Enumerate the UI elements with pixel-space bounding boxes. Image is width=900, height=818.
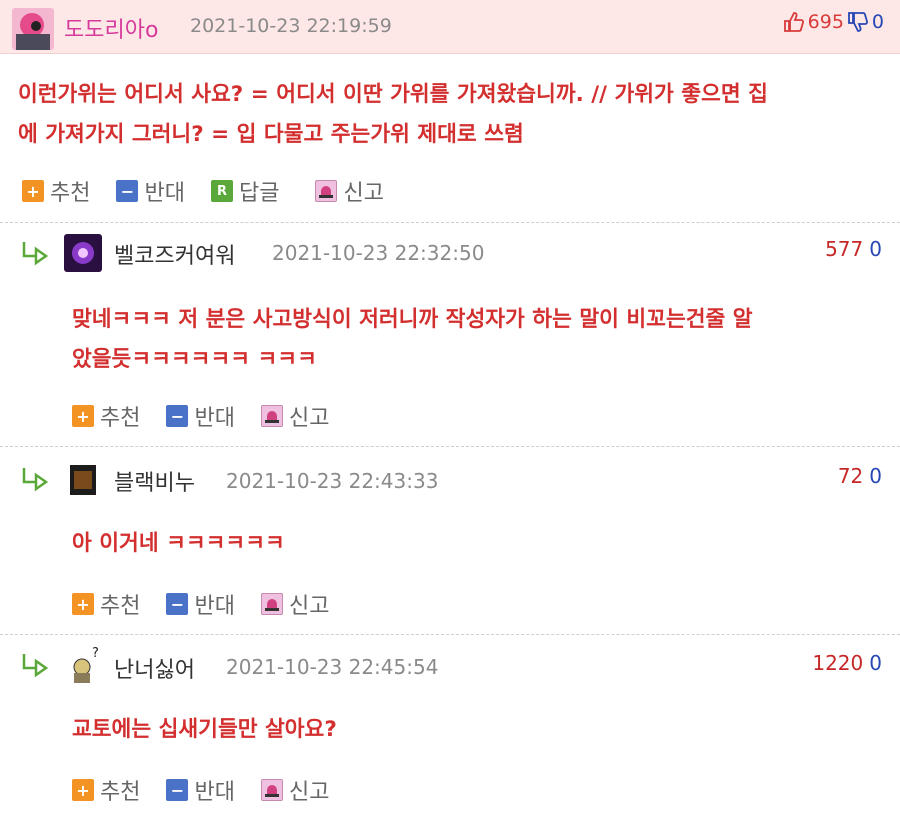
plus-icon: +: [72, 593, 94, 615]
downvote-count: 0: [869, 651, 882, 675]
reply-text-line: 교토에는 십새기들만 살아요?: [72, 717, 337, 742]
reply-timestamp: 2021-10-23 22:32:50: [272, 241, 485, 265]
reply-actions: + 추천 − 반대 신고: [72, 774, 355, 806]
recommend-button[interactable]: + 추천: [72, 774, 140, 806]
minus-icon: −: [166, 593, 189, 615]
svg-text:?: ?: [92, 646, 99, 661]
reply-author[interactable]: 블랙비누: [114, 465, 195, 497]
divider: [0, 446, 900, 447]
comment-actions: + 추천 − 반대 R 답글 신고: [22, 175, 410, 207]
upvote-count: 577: [825, 237, 864, 261]
recommend-label: 추천: [100, 594, 141, 619]
reply-author[interactable]: 난너싫어: [114, 652, 195, 684]
report-icon: [260, 593, 283, 615]
report-label: 신고: [288, 780, 330, 805]
reply-label: 답글: [238, 181, 280, 206]
reply-text-line: 았을듯ㅋㅋㅋㅋㅋㅋ ㅋㅋㅋ: [72, 347, 317, 372]
report-button[interactable]: 신고: [260, 588, 330, 620]
minus-icon: −: [166, 405, 189, 427]
avatar[interactable]: [12, 8, 54, 50]
reply-timestamp: 2021-10-23 22:43:33: [226, 469, 439, 493]
reply-text-line: 아 이거네 ㅋㅋㅋㅋㅋㅋ: [72, 531, 285, 556]
reply-actions: + 추천 − 반대 신고: [72, 400, 355, 432]
comment-text-line: 에 가져가지 그러니? = 입 다물고 주는가위 제대로 쓰렴: [18, 122, 524, 147]
vote-counts: 72 0: [838, 464, 882, 488]
report-label: 신고: [343, 181, 384, 206]
report-icon: [260, 405, 283, 427]
divider: [0, 222, 900, 223]
report-icon: [315, 180, 338, 202]
comment-text-line: 이런가위는 어디서 사요? = 어디서 이딴 가위를 가져왔습니까. // 가위…: [18, 82, 768, 107]
comment-author[interactable]: 도도리아o: [64, 12, 158, 44]
upvote-count: 695: [807, 11, 844, 33]
recommend-label: 추천: [100, 406, 141, 431]
upvote-count: 72: [837, 464, 864, 488]
oppose-label: 반대: [144, 181, 185, 206]
plus-icon: +: [72, 405, 94, 427]
oppose-button[interactable]: − 반대: [166, 400, 235, 432]
minus-icon: −: [116, 180, 139, 202]
recommend-label: 추천: [50, 181, 91, 206]
avatar[interactable]: [64, 461, 102, 499]
downvote-count: 0: [869, 464, 882, 488]
thumbs-down-icon[interactable]: [847, 11, 869, 33]
reply-icon: R: [210, 180, 233, 202]
reply-arrow-icon: [22, 654, 49, 678]
divider: [0, 634, 900, 635]
comment-timestamp: 2021-10-23 22:19:59: [190, 15, 392, 37]
reply-body: 교토에는 십새기들만 살아요?: [72, 710, 888, 750]
main-comment-header: 도도리아o 2021-10-23 22:19:59 695 0: [0, 0, 900, 54]
plus-icon: +: [22, 180, 44, 202]
plus-icon: +: [72, 779, 94, 801]
reply-author[interactable]: 벨코즈커여워: [114, 238, 235, 270]
downvote-count: 0: [871, 11, 884, 33]
reply-arrow-icon: [22, 242, 49, 266]
oppose-label: 반대: [194, 594, 235, 619]
report-button[interactable]: 신고: [315, 175, 384, 207]
oppose-label: 반대: [194, 406, 235, 431]
recommend-button[interactable]: + 추천: [72, 588, 140, 620]
thumbs-up-icon[interactable]: [783, 11, 805, 33]
comment-body: 이런가위는 어디서 사요? = 어디서 이딴 가위를 가져왔습니까. // 가위…: [18, 75, 888, 155]
vote-counts: 577 0: [825, 237, 882, 261]
recommend-label: 추천: [100, 780, 141, 805]
vote-counts: 1220 0: [812, 651, 882, 675]
report-label: 신고: [288, 594, 330, 619]
vote-counts: 695 0: [783, 11, 884, 33]
reply-text-line: 맞네ㅋㅋㅋ 저 분은 사고방식이 저러니까 작성자가 하는 말이 비꼬는건줄 알: [72, 307, 753, 332]
reply-body: 아 이거네 ㅋㅋㅋㅋㅋㅋ: [72, 524, 888, 564]
report-button[interactable]: 신고: [260, 774, 330, 806]
upvote-count: 1220: [812, 651, 864, 675]
oppose-button[interactable]: − 반대: [166, 774, 235, 806]
oppose-button[interactable]: − 반대: [166, 588, 235, 620]
oppose-label: 반대: [194, 780, 235, 805]
avatar[interactable]: ?: [64, 645, 102, 683]
reply-actions: + 추천 − 반대 신고: [72, 588, 355, 620]
avatar[interactable]: [64, 234, 102, 272]
reply-button[interactable]: R 답글: [210, 175, 280, 207]
reply-arrow-icon: [22, 468, 49, 492]
downvote-count: 0: [869, 237, 882, 261]
reply-timestamp: 2021-10-23 22:45:54: [226, 655, 439, 679]
report-button[interactable]: 신고: [260, 400, 330, 432]
recommend-button[interactable]: + 추천: [22, 175, 90, 207]
minus-icon: −: [166, 779, 189, 801]
report-label: 신고: [288, 406, 330, 431]
reply-body: 맞네ㅋㅋㅋ 저 분은 사고방식이 저러니까 작성자가 하는 말이 비꼬는건줄 알…: [72, 300, 888, 380]
oppose-button[interactable]: − 반대: [116, 175, 185, 207]
recommend-button[interactable]: + 추천: [72, 400, 140, 432]
report-icon: [260, 779, 283, 801]
